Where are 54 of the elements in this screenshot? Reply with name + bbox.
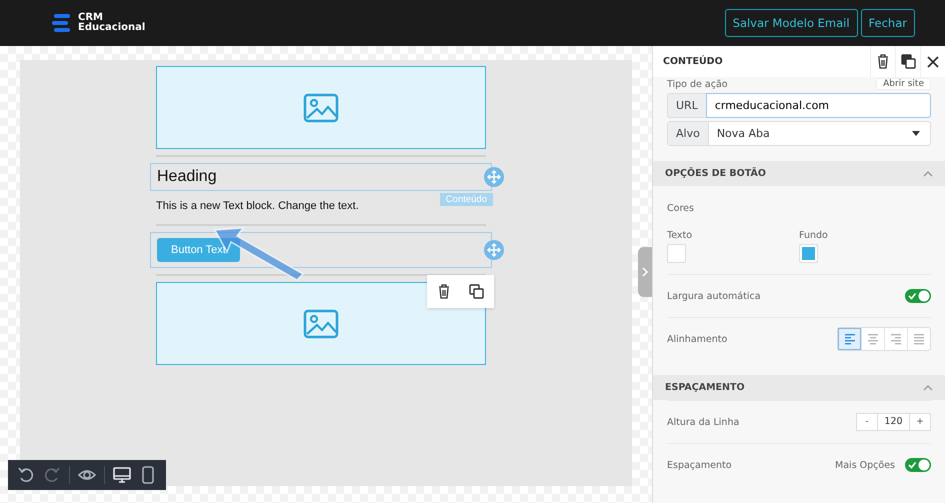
toggle-switch[interactable]	[905, 458, 931, 472]
chevron-right-icon	[641, 267, 649, 277]
block-label: Conteúdo	[440, 193, 493, 206]
desktop-icon[interactable]	[113, 466, 131, 484]
toggle-label: Mais Opções	[835, 460, 895, 470]
color-label: Fundo	[799, 230, 829, 241]
color-swatch[interactable]	[799, 244, 818, 263]
section-title: OPÇÕES DE BOTÃO	[665, 168, 766, 179]
align-left-button[interactable]	[838, 328, 861, 350]
undo-icon[interactable]	[17, 466, 35, 484]
copy-icon[interactable]	[900, 53, 916, 70]
paragraph-text: This is a new Text block. Change the text.	[156, 200, 359, 212]
field-label: URL	[667, 93, 706, 118]
logo-icon	[52, 14, 72, 32]
row-label: Cores	[667, 202, 694, 214]
caret-icon	[912, 131, 920, 136]
dropdown-value: Nova Aba	[716, 127, 771, 140]
heading-block[interactable]: Heading	[150, 163, 492, 191]
panel-title: CONTEÚDO	[663, 56, 723, 67]
heading-text: Heading	[157, 168, 217, 185]
row-label: Altura da Linha	[667, 416, 740, 428]
move-icon[interactable]	[484, 167, 504, 187]
section-title: ESPAÇAMENTO	[665, 382, 745, 393]
color-label: Texto	[667, 230, 694, 241]
image-icon	[303, 308, 339, 338]
toggle-switch[interactable]	[905, 289, 931, 303]
section-header[interactable]: ESPAÇAMENTO	[653, 375, 945, 400]
field-label: Alvo	[668, 122, 709, 145]
mobile-icon[interactable]	[139, 466, 157, 484]
image-placeholder[interactable]	[156, 66, 486, 149]
color-swatch[interactable]	[667, 244, 686, 263]
section-header[interactable]: OPÇÕES DE BOTÃO	[653, 161, 945, 186]
header-button[interactable]: Salvar Modelo Email	[724, 9, 858, 37]
align-right-icon	[891, 334, 901, 344]
field-label: Tipo de ação	[667, 78, 728, 90]
close-icon[interactable]	[927, 56, 939, 68]
logo-text: CRM	[78, 13, 103, 23]
collapse-tab[interactable]	[638, 247, 652, 297]
copy-icon[interactable]	[468, 283, 485, 300]
row-label: Espaçamento	[667, 460, 732, 470]
action-dropdown[interactable]: Abrir site	[876, 78, 931, 90]
trash-icon[interactable]	[875, 53, 891, 70]
url-input[interactable]: crmeducacional.com	[706, 93, 931, 118]
align-justify-icon	[914, 334, 924, 344]
header-button[interactable]: Fechar	[860, 9, 915, 37]
move-icon[interactable]	[484, 240, 504, 260]
align-center-icon	[868, 334, 878, 344]
row-label: Alinhamento	[667, 334, 728, 344]
row-label: Largura automática	[667, 290, 761, 302]
logo-text: Educacional	[78, 23, 146, 33]
align-left-icon	[844, 334, 854, 344]
trash-icon[interactable]	[436, 283, 452, 300]
target-dropdown[interactable]: Alvo Nova Aba	[667, 121, 931, 146]
image-icon	[303, 92, 339, 122]
